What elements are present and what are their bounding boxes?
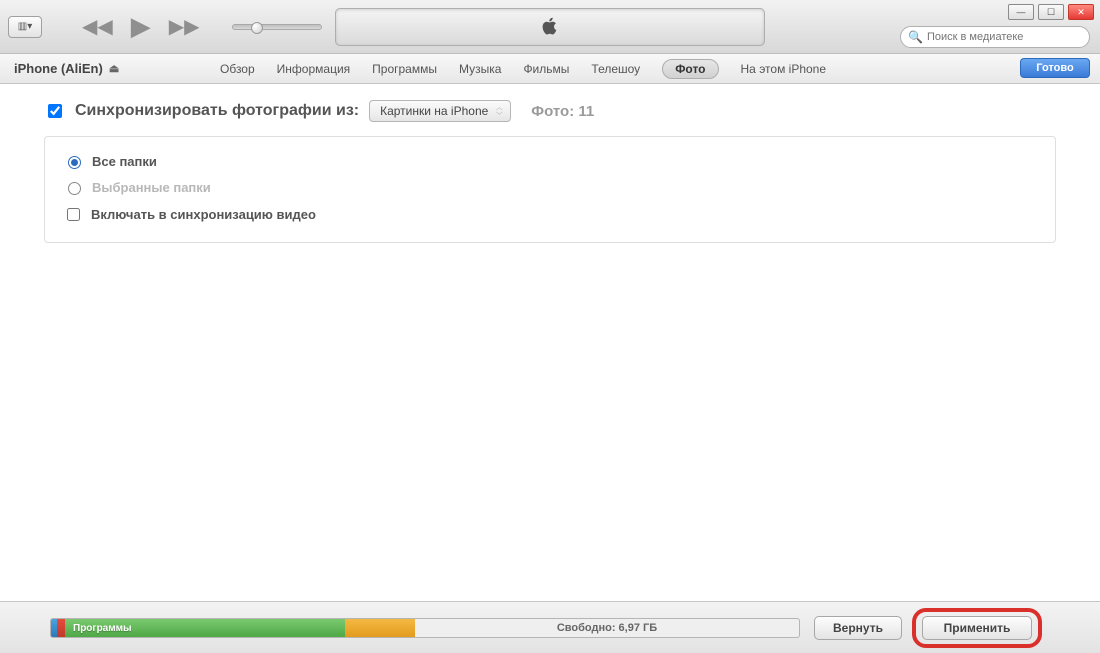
minimize-window-button[interactable]: — bbox=[1008, 4, 1034, 20]
done-button[interactable]: Готово bbox=[1020, 58, 1090, 78]
sync-photos-checkbox[interactable] bbox=[48, 104, 62, 118]
next-track-button[interactable]: ▶▶ bbox=[169, 14, 200, 39]
tab-info[interactable]: Информация bbox=[277, 62, 350, 76]
close-window-button[interactable]: ✕ bbox=[1068, 4, 1094, 20]
capacity-segment-free: Свободно: 6,97 ГБ bbox=[415, 619, 799, 637]
photos-pane: Синхронизировать фотографии из: Картинки… bbox=[0, 84, 1100, 243]
bottom-bar: Программы Свободно: 6,97 ГБ Вернуть Прим… bbox=[0, 601, 1100, 653]
revert-button[interactable]: Вернуть bbox=[814, 616, 902, 640]
selected-folders-label: Выбранные папки bbox=[92, 180, 211, 195]
search-input[interactable] bbox=[900, 26, 1090, 48]
capacity-segment-apps: Программы bbox=[65, 619, 345, 637]
sync-options-box: Все папки Выбранные папки Включать в син… bbox=[44, 136, 1056, 243]
tab-overview[interactable]: Обзор bbox=[220, 62, 255, 76]
volume-slider[interactable] bbox=[232, 24, 322, 30]
window-controls: — ☐ ✕ bbox=[1008, 4, 1094, 20]
photo-source-value: Картинки на iPhone bbox=[380, 104, 488, 118]
apple-logo-icon bbox=[539, 15, 561, 40]
device-nav-bar: iPhone (AliEn) ⏏ Обзор Информация Програ… bbox=[0, 54, 1100, 84]
tab-movies[interactable]: Фильмы bbox=[523, 62, 569, 76]
tab-apps[interactable]: Программы bbox=[372, 62, 437, 76]
search-wrap: 🔍 bbox=[900, 26, 1090, 48]
capacity-segment-video bbox=[57, 619, 65, 637]
option-selected-folders-row: Выбранные папки bbox=[63, 179, 1037, 195]
device-tabs: Обзор Информация Программы Музыка Фильмы… bbox=[220, 59, 826, 79]
tab-photos[interactable]: Фото bbox=[662, 59, 718, 79]
volume-knob[interactable] bbox=[251, 22, 263, 34]
include-video-label: Включать в синхронизацию видео bbox=[91, 207, 316, 222]
capacity-segment-other bbox=[345, 619, 415, 637]
all-folders-label: Все папки bbox=[92, 154, 157, 169]
apply-button[interactable]: Применить bbox=[922, 616, 1032, 640]
previous-track-button[interactable]: ◀◀ bbox=[82, 14, 113, 39]
maximize-window-button[interactable]: ☐ bbox=[1038, 4, 1064, 20]
sync-header: Синхронизировать фотографии из: Картинки… bbox=[44, 100, 1056, 122]
tab-on-this-iphone[interactable]: На этом iPhone bbox=[741, 62, 827, 76]
device-name-label: iPhone (AliEn) bbox=[14, 61, 103, 76]
photo-count-label: Фото: 11 bbox=[531, 103, 594, 120]
option-include-video-row: Включать в синхронизацию видео bbox=[63, 205, 1037, 224]
lcd-status-display bbox=[335, 8, 765, 46]
tab-music[interactable]: Музыка bbox=[459, 62, 501, 76]
eject-icon[interactable]: ⏏ bbox=[109, 62, 119, 75]
play-button[interactable]: ▶ bbox=[131, 11, 151, 42]
all-folders-radio[interactable] bbox=[68, 156, 81, 169]
apply-button-highlight: Применить bbox=[912, 608, 1042, 648]
photo-source-dropdown[interactable]: Картинки на iPhone bbox=[369, 100, 511, 122]
sync-photos-title: Синхронизировать фотографии из: bbox=[75, 102, 359, 120]
playback-controls: ◀◀ ▶ ▶▶ bbox=[82, 11, 322, 42]
device-name: iPhone (AliEn) ⏏ bbox=[14, 61, 119, 76]
capacity-bar[interactable]: Программы Свободно: 6,97 ГБ bbox=[50, 618, 800, 638]
selected-folders-radio[interactable] bbox=[68, 182, 81, 195]
top-toolbar: ▥▾ ◀◀ ▶ ▶▶ 🔍 — ☐ ✕ bbox=[0, 0, 1100, 54]
tab-tvshows[interactable]: Телешоу bbox=[591, 62, 640, 76]
option-all-folders-row: Все папки bbox=[63, 153, 1037, 169]
search-icon: 🔍 bbox=[908, 30, 923, 44]
library-view-toggle-button[interactable]: ▥▾ bbox=[8, 16, 42, 38]
include-video-checkbox[interactable] bbox=[67, 208, 80, 221]
